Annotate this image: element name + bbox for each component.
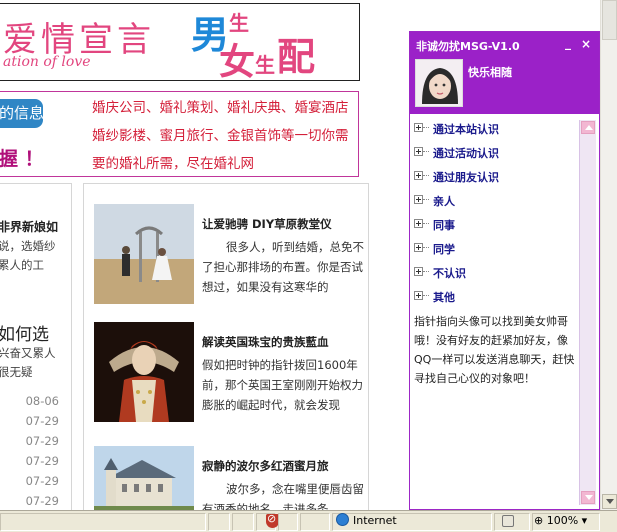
ad-line: 婚纱影楼、蜜月旅行、金银首饰等一切你需 [92,128,349,144]
ad-line: 婚庆公司、婚礼策划、婚礼庆典、婚宴酒店 [92,100,349,116]
news-snippet: 累人的工 [0,258,44,272]
article-excerpt-text: 很多人，听到结婚，总免不了担心那排场的布置。你是否试想过，如果没有这寒华的 [202,240,364,294]
article-excerpt: 假如把时钟的指针拨回1600年前，那个英国王室刚刚开始权力膨胀的崛起时代，就会发… [202,355,366,415]
status-cell [232,513,254,531]
close-button[interactable]: × [581,37,591,51]
status-cell [300,513,330,531]
ad-strip[interactable]: 的信息 握 ！ 婚庆公司、婚礼策划、婚礼庆典、婚宴酒店 婚纱影楼、蜜月旅行、金银… [0,91,359,177]
globe-icon [336,513,349,526]
expand-plus-icon[interactable] [414,291,423,300]
tree-item-label: 通过活动认识 [433,147,499,160]
expand-plus-icon[interactable] [414,243,423,252]
site-logo: 男 生 女 生 配 [191,8,351,80]
expand-plus-icon[interactable] [414,267,423,276]
article-thumbnail[interactable] [94,446,194,512]
status-text-cell [0,513,206,531]
tree-item-label: 不认识 [433,267,466,280]
logo-graphic: 男 生 女 生 配 [191,11,315,80]
tree-item-label: 同学 [433,243,455,256]
user-name[interactable]: 快乐相随 [468,64,512,80]
feature-articles: 让爱驰骋 DIY草原教堂仪 很多人，听到结婚，总免不了担心那排场的布置。你是否试… [83,183,369,513]
ad-big-text: 握 ！ [0,148,44,170]
site-banner[interactable]: 爱情宣言 ation of love 男 生 女 生 配 [0,3,360,81]
news-date: 07-29 [25,434,59,448]
avatar-photo-icon [416,60,462,106]
news-date: 07-29 [25,474,59,488]
wedding-photo-icon [94,204,194,304]
article-card[interactable]: 解读英国珠宝的贵族藍血 假如把时钟的指针拨回1600年前，那个英国王室刚刚开始权… [94,322,364,422]
minimize-button[interactable]: _ [565,36,571,50]
article-card[interactable]: 让爱驰骋 DIY草原教堂仪 很多人，听到结婚，总免不了担心那排场的布置。你是否试… [94,204,364,304]
msg-popup-window[interactable]: 非诚勿扰MSG-V1.0 _ × 快乐相随 通过本站认识 通过活动认识 通过朋友… [409,31,600,510]
article-title[interactable]: 让爱驰骋 DIY草原教堂仪 [202,216,332,232]
article-excerpt: 波尔多，念在嘴里便唇齿留有酒香的地名，走进多条 [202,479,366,513]
msg-title: 非诚勿扰MSG-V1.0 [416,40,520,53]
expand-plus-icon[interactable] [414,195,423,204]
left-news-column: 非界新娘如 说，选婚纱 累人的工 如何选 兴奋又累人 很无疑 08-06 07-… [0,183,72,513]
tree-item-label: 亲人 [433,195,455,208]
avatar[interactable] [415,59,463,107]
security-zone[interactable]: Internet [336,513,397,527]
page-scrollbar[interactable] [600,0,617,510]
logo-glyph-3: 女 [219,42,255,78]
scroll-down-icon[interactable] [581,491,595,504]
news-snippet: 很无疑 [0,365,33,379]
news-date: 08-06 [25,394,59,408]
banner-subtitle: ation of love [3,54,91,70]
news-date: 07-29 [25,454,59,468]
msg-header[interactable]: 非诚勿扰MSG-V1.0 _ × 快乐相随 [410,32,599,114]
article-card[interactable]: 寂静的波尔多红酒蜜月旅 波尔多，念在嘴里便唇齿留有酒香的地名，走进多条 [94,446,366,513]
zoom-level[interactable]: ⊕ 100% ▾ [534,514,587,527]
scroll-up-icon[interactable] [581,121,595,134]
tree-item-label: 其他 [433,291,455,304]
tree-item-label: 同事 [433,219,455,232]
article-excerpt-text: 假如把时钟的指针拨回1600年前，那个英国王室刚刚开始权力膨胀的崛起时代，就会发… [202,358,363,412]
logo-glyph-5: 配 [277,35,315,78]
logo-glyph-4: 生 [255,53,275,77]
chateau-photo-icon [94,446,194,512]
article-thumbnail[interactable] [94,322,194,422]
status-bar: Internet ⊕ 100% ▾ [0,510,617,532]
msg-help-text: 指针指向头像可以找到美女帅哥哦！没有好友的赶紧加好友，像QQ一样可以发送消息聊天… [414,315,575,385]
zone-label: Internet [353,514,397,527]
news-date: 07-29 [25,494,59,508]
browser-viewport: 爱情宣言 ation of love 男 生 女 生 配 的信息 握 ！ 婚庆公… [0,0,617,532]
scroll-down-icon[interactable] [602,494,617,509]
article-excerpt-text: 波尔多，念在嘴里便唇齿留有酒香的地名，走进多条 [202,482,364,513]
article-thumbnail[interactable] [94,204,194,304]
zoom-icon: ⊕ [534,514,544,527]
protected-mode-icon[interactable] [502,515,514,527]
expand-plus-icon[interactable] [414,147,423,156]
article-excerpt: 很多人，听到结婚，总免不了担心那排场的布置。你是否试想过，如果没有这寒华的 [202,237,366,297]
msg-scrollbar[interactable] [579,120,596,505]
contact-group-tree: 通过本站认识 通过活动认识 通过朋友认识 亲人 同事 同学 不认识 其他 [414,120,582,310]
status-cell [208,513,230,531]
article-title[interactable]: 寂静的波尔多红酒蜜月旅 [202,458,329,474]
zoom-label: 100% [546,514,579,527]
logo-glyph-2: 生 [229,11,249,35]
news-title[interactable]: 非界新娘如 [0,218,58,235]
queen-portrait-icon [94,322,194,422]
ad-pill[interactable]: 的信息 [0,99,43,128]
expand-plus-icon[interactable] [414,123,423,132]
article-title[interactable]: 解读英国珠宝的贵族藍血 [202,334,329,350]
status-cell [278,513,298,531]
news-heading[interactable]: 如何选 [0,320,49,345]
tree-item-label: 通过本站认识 [433,123,499,136]
ad-line: 要的婚礼所需，尽在婚礼网 [92,156,254,172]
ad-lines: 婚庆公司、婚礼策划、婚礼庆典、婚宴酒店 婚纱影楼、蜜月旅行、金银首饰等一切你需 … [92,94,356,178]
expand-plus-icon[interactable] [414,171,423,180]
news-snippet: 兴奋又累人 [0,346,56,360]
tree-item-label: 通过朋友认识 [433,171,499,184]
scrollbar-thumb[interactable] [602,0,617,40]
news-date: 07-29 [25,414,59,428]
expand-plus-icon[interactable] [414,219,423,228]
news-snippet: 说，选婚纱 [0,239,56,253]
